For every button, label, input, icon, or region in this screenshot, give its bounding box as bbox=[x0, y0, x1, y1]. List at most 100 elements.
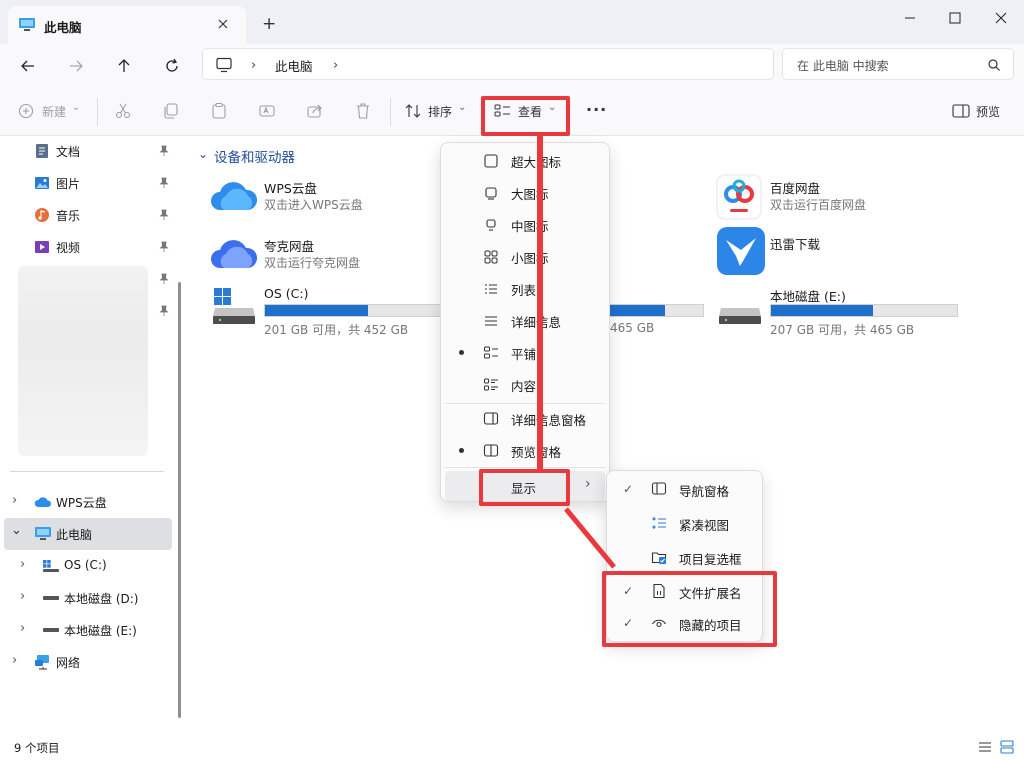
extra-large-icons-icon bbox=[484, 154, 498, 168]
annotation-connector bbox=[564, 507, 616, 569]
tree-item-wps-cloud[interactable]: › WPS云盘 bbox=[10, 490, 170, 520]
tree-item-label: OS (C:) bbox=[64, 558, 107, 572]
up-arrow-icon[interactable] bbox=[114, 56, 134, 76]
chevron-right-icon[interactable]: › bbox=[20, 589, 25, 604]
drive-usage-fill bbox=[609, 305, 666, 316]
section-title[interactable]: 设备和驱动器 bbox=[214, 146, 295, 166]
chevron-right-icon[interactable]: › bbox=[20, 621, 25, 636]
computer-icon bbox=[215, 57, 233, 73]
medium-icons-icon bbox=[486, 219, 496, 231]
menu-item-extra-large-icons[interactable]: 超大图标 bbox=[445, 145, 605, 175]
copy-icon[interactable] bbox=[162, 102, 180, 120]
drive-d[interactable]: 465 GB bbox=[608, 286, 708, 336]
minimize-icon[interactable] bbox=[900, 8, 920, 28]
details-view-icon[interactable] bbox=[978, 740, 992, 754]
annotation-highlight-view-button bbox=[481, 96, 570, 136]
close-icon[interactable] bbox=[991, 8, 1011, 28]
chevron-right-icon[interactable]: › bbox=[251, 58, 256, 73]
divider bbox=[97, 98, 98, 126]
preview-pane-icon bbox=[483, 444, 499, 457]
menu-item-details[interactable]: 详细信息 bbox=[445, 305, 605, 335]
status-bar: 9 个项目 bbox=[0, 736, 1024, 760]
breadcrumb-this-pc[interactable]: 此电脑 bbox=[275, 56, 313, 75]
menu-item-content[interactable]: 内容 bbox=[445, 369, 605, 399]
delete-icon[interactable] bbox=[354, 102, 372, 120]
menu-item-list[interactable]: 列表 bbox=[445, 273, 605, 303]
tree-item-label: 网络 bbox=[56, 656, 81, 670]
more-options-icon[interactable]: ··· bbox=[586, 100, 607, 119]
menu-item-label: 列表 bbox=[511, 283, 537, 298]
drive-usage-fill bbox=[771, 305, 874, 316]
selected-bullet-icon bbox=[459, 350, 464, 355]
drive-c[interactable]: OS (C:) 201 GB 可用，共 452 GB bbox=[212, 286, 452, 337]
computer-icon bbox=[35, 527, 51, 540]
submenu-item-item-checkboxes[interactable]: 项目复选框 bbox=[611, 541, 759, 573]
item-xunlei[interactable]: 迅雷下载 bbox=[716, 226, 956, 276]
tiles-view-icon[interactable] bbox=[1000, 740, 1014, 754]
item-wps-cloud[interactable]: WPS云盘 双击进入WPS云盘 bbox=[210, 176, 450, 216]
sidebar-item-label: 音乐 bbox=[56, 209, 81, 223]
tab-title: 此电脑 bbox=[44, 20, 82, 35]
music-icon bbox=[35, 208, 49, 222]
item-subtitle: 双击运行百度网盘 bbox=[770, 198, 867, 212]
submenu-item-navigation-pane[interactable]: ✓ 导航窗格 bbox=[611, 473, 759, 505]
menu-item-medium-icons[interactable]: 中图标 bbox=[445, 209, 605, 239]
drive-usage-bar bbox=[264, 304, 450, 317]
refresh-icon[interactable] bbox=[162, 56, 182, 76]
tree-item-local-disk-d[interactable]: › 本地磁盘 (D:) bbox=[18, 586, 170, 616]
drive-usage-bar bbox=[608, 304, 704, 317]
annotation-highlight-show-options bbox=[602, 571, 777, 647]
forward-arrow-icon[interactable] bbox=[66, 56, 86, 76]
menu-item-preview-pane[interactable]: 预览窗格 bbox=[445, 435, 605, 465]
drive-e[interactable]: 本地磁盘 (E:) 207 GB 可用，共 465 GB bbox=[718, 286, 968, 337]
tree-item-label: 此电脑 bbox=[56, 528, 93, 542]
menu-item-large-icons[interactable]: 大图标 bbox=[445, 177, 605, 207]
new-tab-button[interactable]: + bbox=[262, 14, 276, 34]
view-menu: 超大图标 大图标 中图标 小图标 列表 详细信息 平铺 内容 详细信息窗格 预览… bbox=[440, 142, 610, 502]
item-quark-cloud[interactable]: 夸克网盘 双击运行夸克网盘 bbox=[210, 232, 450, 272]
checkmark-icon: ✓ bbox=[623, 482, 634, 496]
chevron-right-icon[interactable]: › bbox=[333, 58, 338, 73]
close-tab-icon[interactable] bbox=[216, 17, 230, 31]
sidebar-scrollbar[interactable] bbox=[178, 282, 181, 718]
tree-item-local-disk-e[interactable]: › 本地磁盘 (E:) bbox=[18, 618, 170, 648]
pin-icon bbox=[158, 177, 170, 189]
item-baidu-netdisk[interactable]: 百度网盘 双击运行百度网盘 bbox=[716, 174, 956, 220]
tree-item-os-c[interactable]: › OS (C:) bbox=[18, 554, 170, 584]
submenu-item-compact-view[interactable]: 紧凑视图 bbox=[611, 507, 759, 539]
menu-item-tiles[interactable]: 平铺 bbox=[445, 337, 605, 367]
sidebar-item-label: 视频 bbox=[56, 241, 81, 255]
paste-icon[interactable] bbox=[210, 102, 228, 120]
menu-item-small-icons[interactable]: 小图标 bbox=[445, 241, 605, 271]
wps-cloud-icon bbox=[211, 182, 258, 210]
chevron-right-icon: › bbox=[585, 476, 591, 492]
rename-icon[interactable] bbox=[258, 102, 276, 120]
drive-usage-fill bbox=[265, 305, 369, 316]
drive-icon bbox=[43, 596, 59, 600]
maximize-icon[interactable] bbox=[945, 8, 965, 28]
tree-item-this-pc[interactable]: ⌄ 此电脑 bbox=[10, 522, 170, 552]
item-name: WPS云盘 bbox=[264, 181, 317, 196]
back-arrow-icon[interactable] bbox=[18, 56, 38, 76]
network-icon bbox=[35, 655, 49, 670]
chevron-down-icon[interactable]: ⌄ bbox=[198, 147, 208, 161]
address-bar[interactable]: › 此电脑 › bbox=[202, 48, 774, 80]
chevron-down-icon[interactable]: ⌄ bbox=[11, 523, 22, 538]
plus-circle-icon bbox=[18, 103, 34, 119]
menu-item-label: 内容 bbox=[511, 379, 537, 394]
search-input[interactable]: 在 此电脑 中搜索 bbox=[782, 48, 1014, 80]
tree-item-network[interactable]: › 网络 bbox=[10, 650, 170, 680]
item-count: 9 个项目 bbox=[14, 741, 60, 755]
share-icon[interactable] bbox=[306, 102, 324, 120]
menu-item-details-pane[interactable]: 详细信息窗格 bbox=[445, 403, 605, 433]
chevron-right-icon[interactable]: › bbox=[12, 653, 17, 668]
tab-this-pc[interactable]: 此电脑 bbox=[8, 6, 246, 44]
small-icons-icon bbox=[484, 250, 498, 264]
chevron-right-icon[interactable]: › bbox=[12, 493, 17, 508]
windows-drive-icon bbox=[213, 288, 255, 324]
navigation-pane: 文档 图片 音乐 视频 › WPS云盘 ⌄ 此电脑 › OS (C:) › 本地… bbox=[0, 136, 181, 736]
chevron-right-icon[interactable]: › bbox=[20, 557, 25, 572]
submenu-item-label: 项目复选框 bbox=[679, 552, 742, 567]
cut-icon[interactable] bbox=[114, 102, 132, 120]
chevron-down-icon: ⌄ bbox=[458, 102, 467, 113]
